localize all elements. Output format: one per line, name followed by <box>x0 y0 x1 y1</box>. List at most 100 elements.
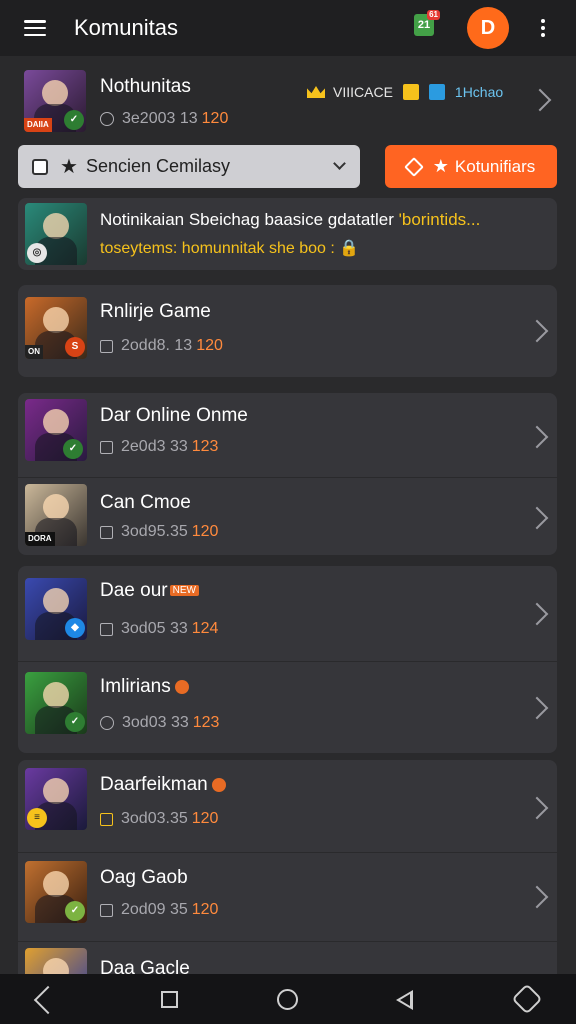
game-title-text: Imlirians <box>100 676 171 697</box>
meta-count: 120 <box>201 110 229 127</box>
notification-highlight: 'borintids... <box>398 210 481 229</box>
thumbnail-tag: DORA <box>25 532 55 546</box>
chevron-down-icon <box>333 157 346 170</box>
chevron-right-icon <box>528 88 552 112</box>
game-title: Dar Online Onme <box>100 405 248 426</box>
notification-line-1: Notinikaian Sbeichag baasice gdatatler '… <box>100 210 480 230</box>
meta-count: 120 <box>191 901 219 918</box>
thumbnail-tag: DAIIA <box>24 118 52 132</box>
list-item[interactable]: ≡ Daarfeikman 3od03.35 120 <box>18 760 557 852</box>
game-meta: 3od05 33 124 <box>100 620 218 638</box>
game-title: Rnlirje Game <box>100 301 211 322</box>
community-thumbnail: DAIIA ✓ <box>24 70 86 132</box>
list-item[interactable]: ✓ Imlirians 3od03 33 123 <box>18 662 557 753</box>
notification-text: Notinikaian Sbeichag baasice gdatatler <box>100 210 399 229</box>
status-dot <box>211 777 226 792</box>
chat-icon-text: 21 <box>417 19 431 31</box>
chevron-right-icon <box>525 425 549 449</box>
badge-icon: ✓ <box>64 110 84 130</box>
category-dropdown[interactable]: ★ Sencien Cemilasy <box>18 145 360 188</box>
dropdown-label: Sencien Cemilasy <box>85 156 230 176</box>
list-item[interactable]: ✓ Oag Gaob 2od09 35 120 <box>18 853 557 941</box>
star-icon: ★ <box>60 156 78 178</box>
game-meta: 3od95.35 120 <box>100 523 218 541</box>
game-title: Dae our NEW <box>100 580 199 602</box>
page-title: Komunitas <box>74 15 178 40</box>
blue-square-icon <box>428 84 445 100</box>
calendar-icon <box>100 339 113 353</box>
featured-community[interactable]: DAIIA ✓ Nothunitas 3e2003 13 120 VIIICAC… <box>0 62 576 142</box>
meta-date: 3e2003 13 <box>122 110 198 127</box>
back-triangle-icon[interactable] <box>396 990 413 1010</box>
meta-count: 120 <box>196 337 223 354</box>
home-icon[interactable] <box>277 989 298 1010</box>
badge-icon: ◆ <box>65 618 85 638</box>
communities-button[interactable]: ★ Kotunifiars <box>385 145 557 188</box>
star-icon: ★ <box>432 156 449 176</box>
community-card: ≡ Daarfeikman 3od03.35 120 ✓ Oag Gaob 2o… <box>18 760 557 1010</box>
crown-icon <box>307 86 325 98</box>
game-title-text: Dae our <box>100 580 168 601</box>
chat-icon[interactable]: 21 61 <box>414 10 440 36</box>
chevron-right-icon <box>525 602 549 626</box>
meta-count: 120 <box>191 810 219 827</box>
game-meta: 2e0d3 33 123 <box>100 438 218 456</box>
meta-count: 123 <box>191 438 219 455</box>
game-thumbnail: ✓ <box>25 861 87 923</box>
notification-card[interactable]: ◎ Notinikaian Sbeichag baasice gdatatler… <box>18 198 557 270</box>
community-meta: 3e2003 13 120 <box>100 110 228 128</box>
recents-icon[interactable] <box>161 991 178 1008</box>
app-bar: Komunitas 21 61 D <box>0 0 576 56</box>
meta-date: 2odd8. 13 <box>121 337 193 354</box>
game-thumbnail: DORA <box>25 484 87 546</box>
notification-thumbnail: ◎ <box>25 203 87 265</box>
meta-date: 3od95.35 <box>121 523 188 540</box>
calendar-icon <box>100 903 113 917</box>
lock-icon: 🔒 <box>339 240 360 257</box>
meta-date: 2od09 35 <box>121 901 188 918</box>
game-thumbnail: ✓ <box>25 399 87 461</box>
game-meta: 3od03 33 123 <box>100 714 219 732</box>
game-thumbnail: ◆ <box>25 578 87 640</box>
back-icon[interactable] <box>33 985 63 1015</box>
game-title: Oag Gaob <box>100 867 188 889</box>
game-title: Imlirians <box>100 676 189 698</box>
system-nav-bar <box>0 974 576 1024</box>
chevron-right-icon <box>525 506 549 530</box>
clock-icon <box>100 112 114 126</box>
calendar-icon <box>100 440 113 454</box>
edit-icon <box>403 156 424 177</box>
meta-date: 3od05 33 <box>121 620 188 637</box>
list-item[interactable]: ✓ Dar Online Onme 2e0d3 33 123 <box>18 393 557 477</box>
game-meta: 3od03.35 120 <box>100 810 218 828</box>
list-item[interactable]: ON S Rnlirje Game 2odd8. 13 120 <box>18 285 557 377</box>
community-card: ✓ Dar Online Onme 2e0d3 33 123 DORA Can … <box>18 393 557 555</box>
tag-label-2: 1Hchao <box>454 84 504 100</box>
community-card: ON S Rnlirje Game 2odd8. 13 120 <box>18 285 557 377</box>
avatar[interactable]: D <box>467 7 509 49</box>
list-item[interactable]: DORA Can Cmoe 3od95.35 120 <box>18 478 557 555</box>
meta-count: 124 <box>191 620 219 637</box>
meta-count: 123 <box>192 714 220 731</box>
menu-icon[interactable] <box>24 20 46 36</box>
list-item[interactable]: ◆ Dae our NEW 3od05 33 124 <box>18 566 557 661</box>
badge-icon: ≡ <box>27 808 47 828</box>
game-thumbnail: ≡ <box>25 768 87 830</box>
community-card: ◆ Dae our NEW 3od05 33 124 ✓ Imlirians 3o… <box>18 566 557 753</box>
game-thumbnail: ✓ <box>25 672 87 734</box>
clock-icon <box>100 716 114 730</box>
game-thumbnail: ON S <box>25 297 87 359</box>
chevron-right-icon <box>525 885 549 909</box>
checkbox-icon <box>32 158 48 175</box>
new-badge: NEW <box>169 585 199 597</box>
meta-date: 2e0d3 33 <box>121 438 188 455</box>
game-title-text: Oag Gaob <box>100 867 188 888</box>
more-options-icon[interactable] <box>540 19 545 37</box>
chevron-right-icon <box>525 319 549 343</box>
calendar-icon <box>100 812 113 826</box>
meta-count: 120 <box>191 523 219 540</box>
calendar-icon <box>100 525 113 539</box>
assistant-icon[interactable] <box>511 983 543 1015</box>
game-title-text: Daarfeikman <box>100 774 208 795</box>
notification-subtext: toseytems: homunnitak she boo : <box>100 240 340 257</box>
